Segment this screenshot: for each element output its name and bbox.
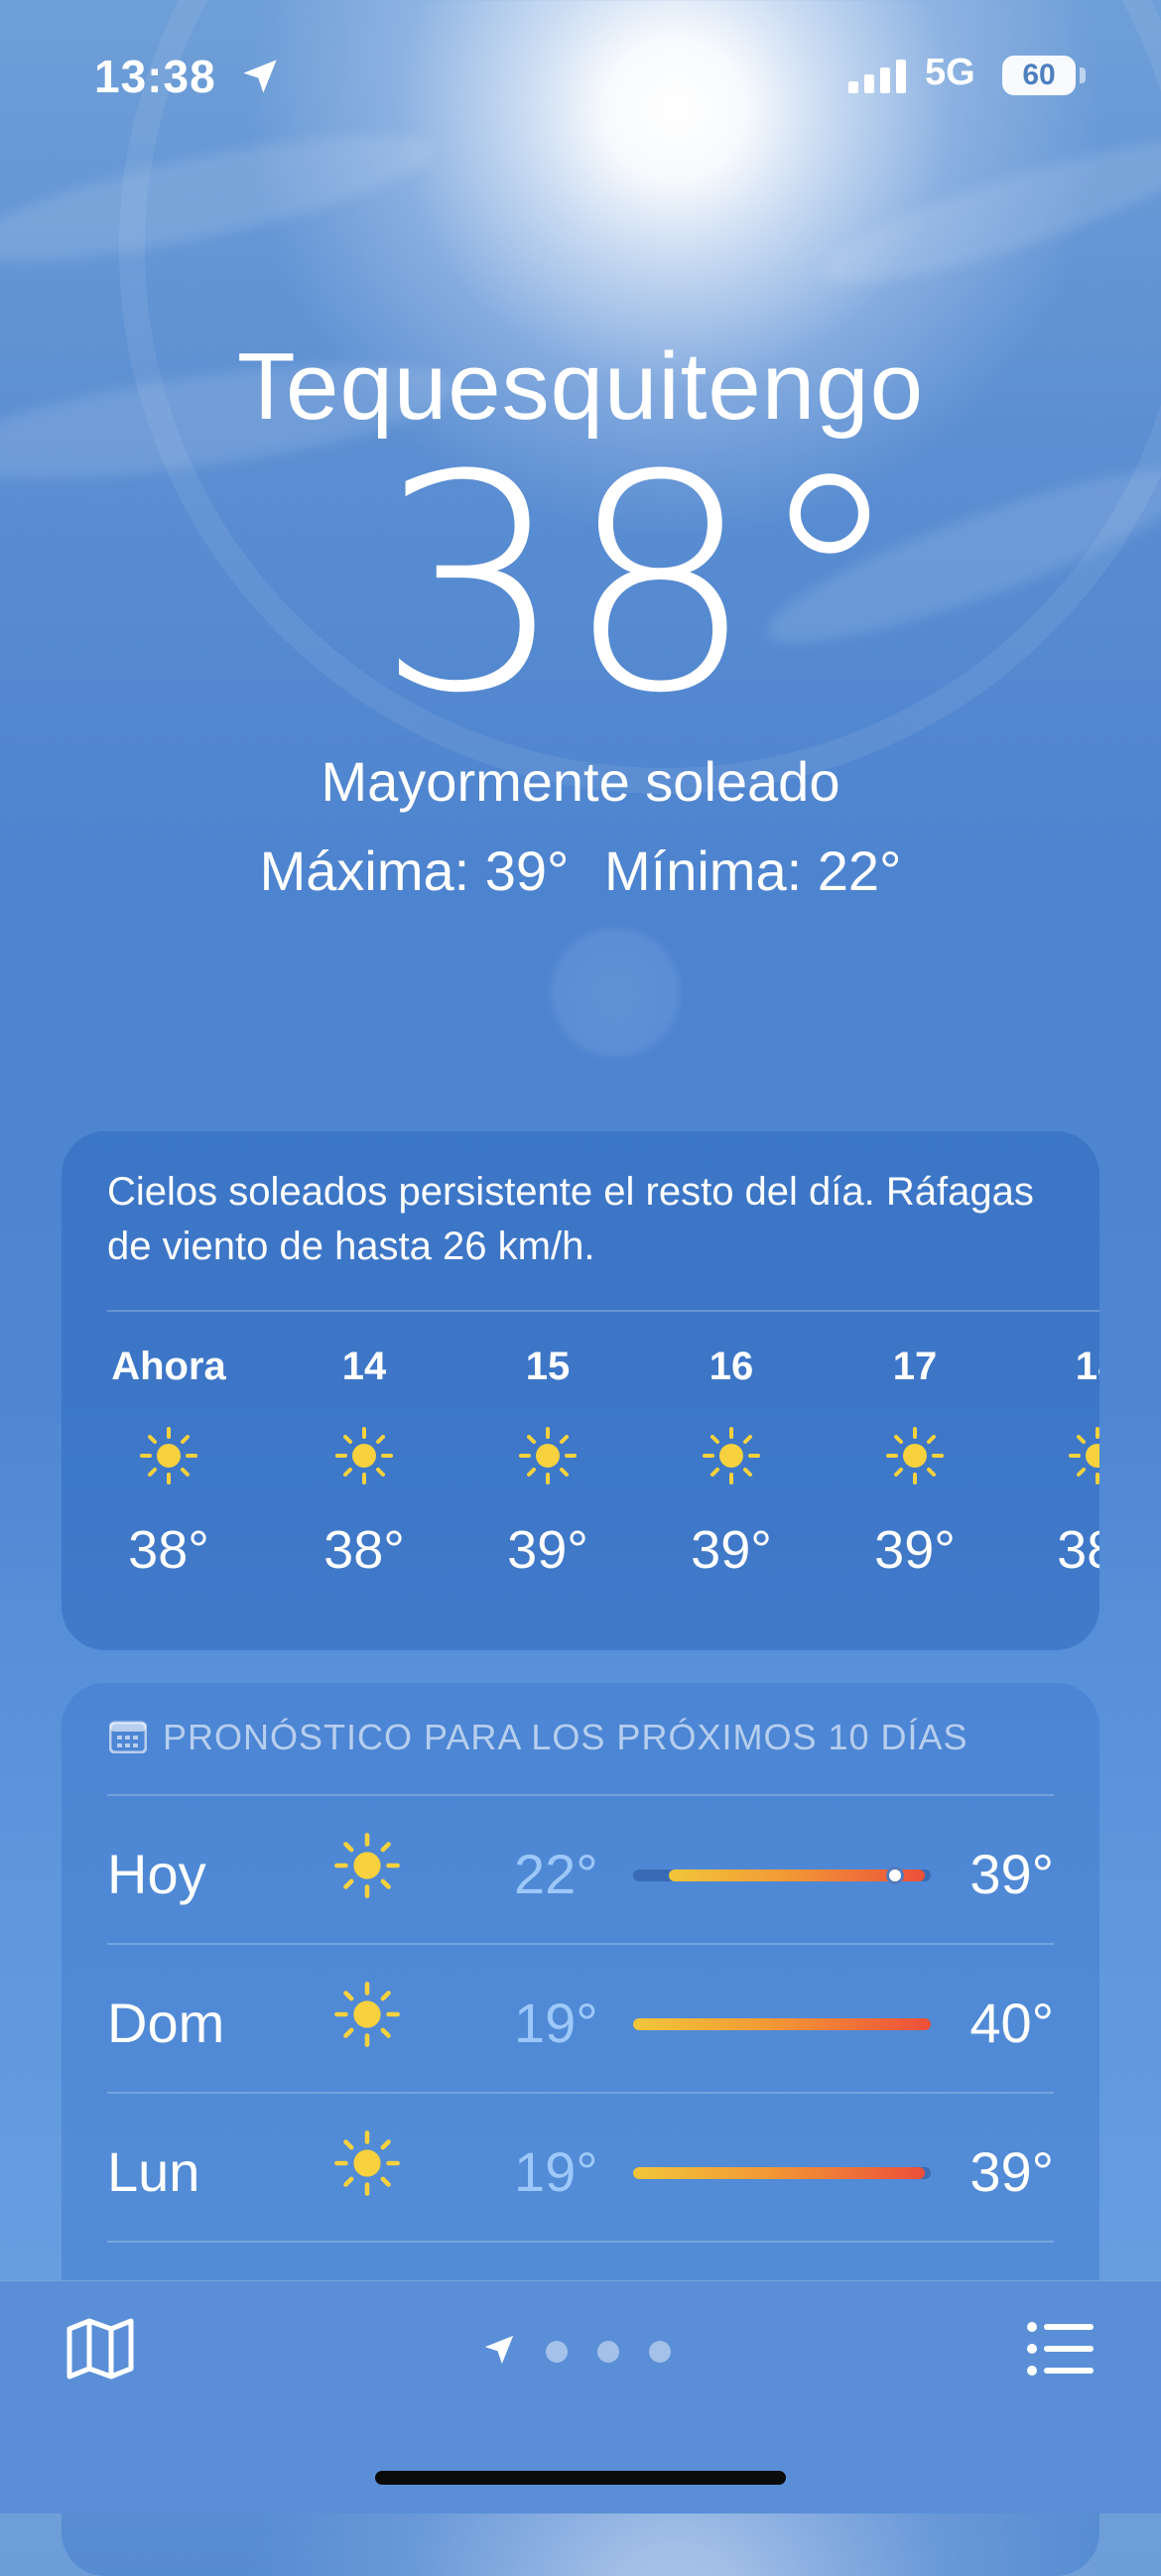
day-low: 19°	[514, 1992, 598, 2054]
list-icon[interactable]	[1026, 2321, 1096, 2377]
sun-icon	[886, 1427, 944, 1484]
day-name: Lun	[107, 2140, 200, 2203]
temperature-range-bar	[633, 2167, 931, 2179]
battery-indicator: 60	[1002, 56, 1076, 95]
hour-item: 18 38°	[1018, 1345, 1099, 1581]
hour-item: 14 38°	[285, 1345, 444, 1581]
calendar-icon	[109, 1721, 147, 1754]
hour-label: 14	[341, 1345, 387, 1388]
temperature-range-fill	[633, 2167, 925, 2179]
divider	[107, 1310, 1099, 1312]
page-dot	[597, 2341, 619, 2363]
temperature-range-bar	[633, 1867, 931, 1884]
map-icon[interactable]	[65, 2317, 135, 2381]
hourly-forecast-card[interactable]: Cielos soleados persistente el resto del…	[62, 1131, 1099, 1650]
current-temperature: 38°	[376, 412, 904, 758]
status-bar: 13:38 5G 60	[0, 0, 1161, 139]
hour-item: 16 39°	[652, 1345, 811, 1581]
sun-icon	[333, 1981, 401, 2048]
temperature-range-bar	[633, 2018, 931, 2030]
condition-text: Mayormente soleado	[321, 750, 840, 813]
hour-label: 17	[892, 1345, 938, 1388]
sun-icon	[1069, 1427, 1099, 1484]
hour-temp: 38°	[128, 1520, 209, 1580]
day-row[interactable]: Lun 19° 39°	[107, 2092, 1054, 2241]
daily-header-label: PRONÓSTICO PARA LOS PRÓXIMOS 10 DÍAS	[163, 1717, 968, 1757]
sun-icon	[703, 1427, 760, 1484]
day-name: Hoy	[107, 1843, 206, 1905]
day-high: 40°	[969, 1992, 1054, 2054]
status-time: 13:38	[94, 51, 216, 102]
hour-label: Ahora	[111, 1345, 226, 1388]
day-name: Dom	[107, 1992, 225, 2054]
divider	[107, 2241, 1054, 2243]
day-low: 22°	[514, 1843, 598, 1905]
high-low: Máxima: 39° Mínima: 22°	[0, 838, 1161, 903]
sun-icon	[333, 1832, 401, 1899]
hour-temp: 38°	[1057, 1520, 1099, 1580]
sun-icon	[140, 1427, 197, 1484]
hour-item: Ahora 38°	[89, 1345, 248, 1581]
hour-label: 16	[709, 1345, 754, 1388]
location-arrow-icon	[243, 60, 277, 93]
hour-temp: 39°	[691, 1520, 772, 1580]
current-temperature-dot	[886, 1867, 904, 1884]
hour-temp: 39°	[507, 1520, 588, 1580]
cloud	[812, 118, 1161, 309]
day-high: 39°	[969, 2140, 1054, 2203]
hour-label: 18	[1075, 1345, 1099, 1388]
temperature-range-fill	[633, 2018, 931, 2030]
hour-temp: 39°	[874, 1520, 956, 1580]
low-temp: Mínima: 22°	[604, 839, 902, 902]
day-row[interactable]: Hoy 22° 39°	[107, 1794, 1054, 1943]
battery-cap	[1080, 67, 1086, 83]
day-high: 39°	[969, 1843, 1054, 1905]
cellular-signal-icon	[848, 60, 906, 93]
forecast-summary: Cielos soleados persistente el resto del…	[107, 1170, 1034, 1268]
network-type: 5G	[925, 52, 975, 93]
home-indicator[interactable]	[375, 2471, 786, 2485]
page-dot	[546, 2341, 568, 2363]
hour-item: 17 39°	[836, 1345, 994, 1581]
sun-icon	[519, 1427, 577, 1484]
day-row[interactable]: Dom 19° 40°	[107, 1943, 1054, 2092]
hour-label: 15	[525, 1345, 571, 1388]
sun-icon	[335, 1427, 393, 1484]
page-dot	[649, 2341, 671, 2363]
day-low: 19°	[514, 2140, 598, 2203]
hour-temp: 38°	[323, 1520, 405, 1580]
high-temp: Máxima: 39°	[259, 839, 570, 902]
current-location-icon	[484, 2335, 514, 2365]
sun-icon	[333, 2129, 401, 2197]
daily-forecast-header: PRONÓSTICO PARA LOS PRÓXIMOS 10 DÍAS	[109, 1717, 968, 1758]
hour-item: 15 39°	[468, 1345, 627, 1581]
